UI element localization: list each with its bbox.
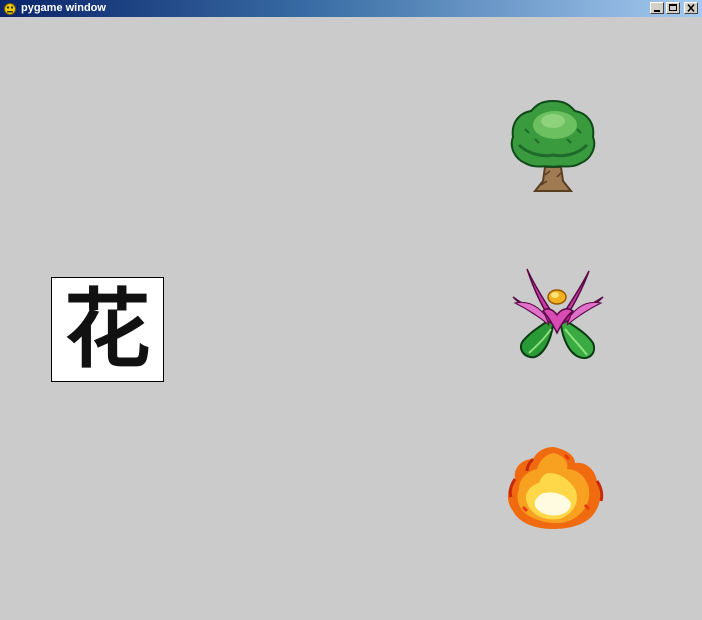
tree-icon[interactable] xyxy=(505,99,601,195)
maximize-icon xyxy=(669,4,677,11)
kanji-character: 花 xyxy=(64,279,151,380)
window-title: pygame window xyxy=(21,2,106,14)
maximize-button[interactable] xyxy=(666,2,680,14)
flower-icon[interactable] xyxy=(505,267,611,367)
fire-icon[interactable] xyxy=(505,445,605,531)
pygame-logo-icon xyxy=(4,3,16,15)
kanji-card: 花 xyxy=(51,277,164,382)
title-bar[interactable]: pygame window xyxy=(0,0,702,17)
close-icon xyxy=(687,3,695,13)
minimize-button[interactable] xyxy=(650,2,664,14)
minimize-icon xyxy=(654,10,660,12)
game-canvas[interactable]: 花 xyxy=(0,17,702,620)
close-button[interactable] xyxy=(684,2,698,14)
